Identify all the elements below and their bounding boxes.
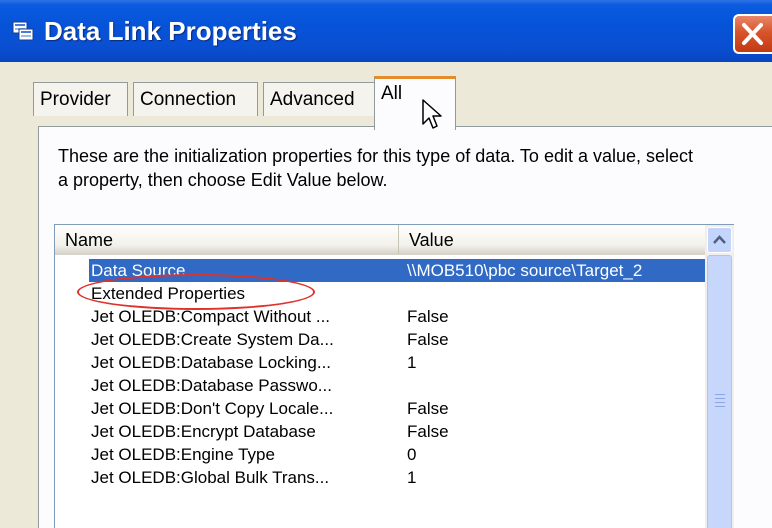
grip-line (715, 402, 725, 403)
list-row[interactable]: Jet OLEDB:Compact Without ... False (55, 305, 705, 328)
row-name: Jet OLEDB:Database Passwo... (91, 376, 332, 395)
list-header: Name Value (55, 225, 705, 255)
grip-line (715, 398, 725, 399)
properties-list[interactable]: Name Value Data Source \\MOB510\pbc sour… (54, 224, 734, 528)
row-name: Data Source (91, 261, 186, 280)
tab-advanced[interactable]: Advanced (263, 82, 375, 116)
list-row[interactable]: Jet OLEDB:Create System Da... False (55, 328, 705, 351)
list-rows: Data Source \\MOB510\pbc source\Target_2… (55, 259, 705, 489)
list-row[interactable]: Jet OLEDB:Database Passwo... (55, 374, 705, 397)
row-name: Jet OLEDB:Compact Without ... (91, 307, 331, 326)
data-link-icon (12, 21, 34, 41)
row-name: Jet OLEDB:Database Locking... (91, 353, 332, 372)
row-name: Jet OLEDB:Create System Da... (91, 330, 334, 349)
row-value: False (407, 307, 449, 326)
row-value: False (407, 422, 449, 441)
list-row[interactable]: Jet OLEDB:Database Locking... 1 (55, 351, 705, 374)
row-value: \\MOB510\pbc source\Target_2 (407, 261, 643, 280)
tab-provider-label: Provider (40, 89, 111, 110)
list-row[interactable]: Jet OLEDB:Global Bulk Trans... 1 (55, 466, 705, 489)
tab-connection[interactable]: Connection (133, 82, 258, 116)
tab-provider[interactable]: Provider (33, 82, 128, 116)
column-header-name[interactable]: Name (55, 225, 399, 254)
column-header-value-label: Value (409, 230, 454, 250)
list-row-extended-properties[interactable]: Extended Properties (55, 282, 705, 305)
vertical-scrollbar[interactable] (705, 225, 734, 528)
row-value: 1 (407, 353, 417, 372)
row-name: Extended Properties (91, 284, 246, 303)
chevron-up-icon (713, 235, 726, 244)
list-row-data-source[interactable]: Data Source \\MOB510\pbc source\Target_2 (55, 259, 705, 282)
scroll-up-button[interactable] (707, 227, 732, 253)
row-value: 1 (407, 468, 417, 487)
row-name: Jet OLEDB:Encrypt Database (91, 422, 316, 441)
row-value: False (407, 399, 449, 418)
tab-all-label: All (381, 83, 403, 104)
tab-connection-label: Connection (140, 89, 237, 110)
column-header-name-label: Name (65, 230, 114, 250)
list-row[interactable]: Jet OLEDB:Encrypt Database False (55, 420, 705, 443)
scroll-thumb[interactable] (707, 255, 732, 528)
grip-line (715, 394, 725, 395)
row-name: Jet OLEDB:Engine Type (91, 445, 275, 464)
row-name: Jet OLEDB:Don't Copy Locale... (91, 399, 334, 418)
row-name: Jet OLEDB:Global Bulk Trans... (91, 468, 330, 487)
description-text: These are the initialization properties … (58, 146, 694, 190)
title-bar[interactable]: Data Link Properties (0, 0, 772, 62)
window-title: Data Link Properties (44, 16, 297, 46)
dialog-window: Data Link Properties Provider Connection… (0, 0, 772, 528)
column-header-value[interactable]: Value (399, 225, 705, 254)
row-value: 0 (407, 445, 417, 464)
tab-strip: Provider Connection Advanced All (0, 62, 772, 130)
mouse-pointer-icon (422, 99, 442, 129)
row-value: False (407, 330, 449, 349)
list-row[interactable]: Jet OLEDB:Engine Type 0 (55, 443, 705, 466)
close-button[interactable] (733, 14, 772, 54)
tab-all[interactable]: All (374, 76, 456, 130)
list-row[interactable]: Jet OLEDB:Don't Copy Locale... False (55, 397, 705, 420)
grip-line (715, 406, 725, 407)
close-icon (742, 23, 763, 45)
tab-advanced-label: Advanced (270, 89, 355, 110)
